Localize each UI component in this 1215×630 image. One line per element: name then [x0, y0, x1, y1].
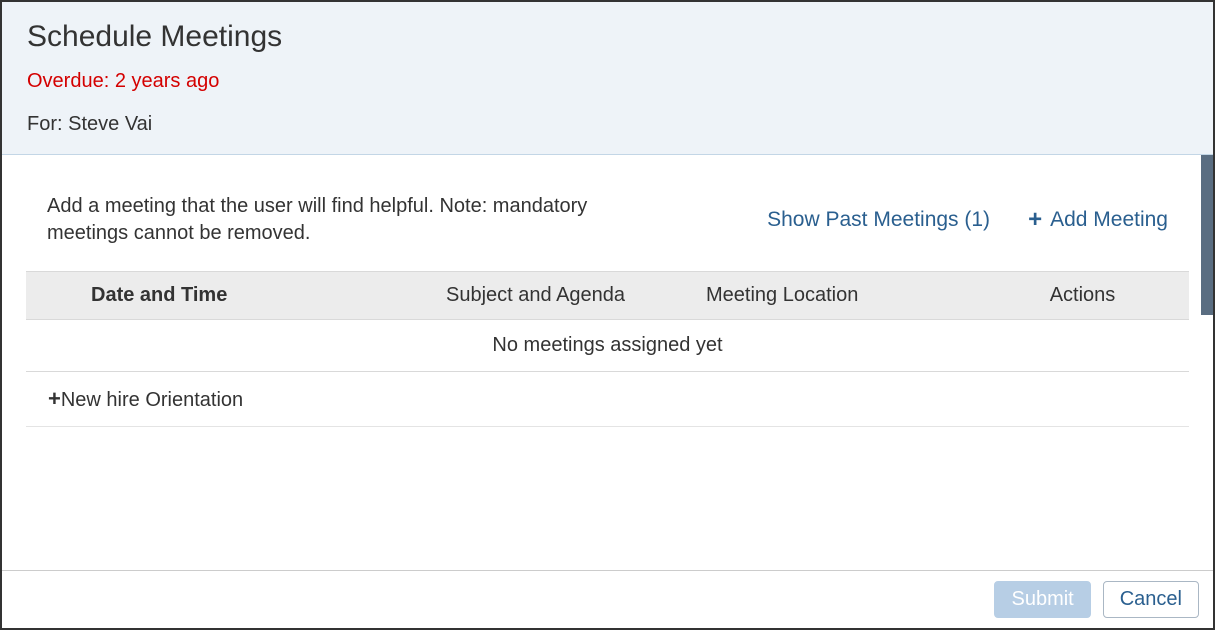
col-subject-agenda: Subject and Agenda [446, 280, 706, 311]
recommended-meeting-label: New hire Orientation [61, 389, 243, 411]
show-past-meetings-label: Show Past Meetings (1) [767, 208, 990, 232]
dialog-header: Schedule Meetings Overdue: 2 years ago F… [2, 2, 1213, 155]
instructions-text: Add a meeting that the user will find he… [47, 193, 657, 247]
scrollbar-thumb[interactable] [1201, 155, 1213, 315]
page-title: Schedule Meetings [27, 20, 1188, 54]
empty-state-row: No meetings assigned yet [26, 320, 1189, 372]
col-date-time: Date and Time [26, 280, 446, 311]
col-meeting-location: Meeting Location [706, 280, 976, 311]
dialog-body: Add a meeting that the user will find he… [2, 155, 1213, 570]
add-meeting-label: Add Meeting [1050, 208, 1168, 232]
submit-button[interactable]: Submit [994, 581, 1090, 618]
recommended-meeting-row[interactable]: +New hire Orientation [26, 372, 1189, 427]
overdue-status: Overdue: 2 years ago [27, 70, 1188, 93]
show-past-meetings-link[interactable]: Show Past Meetings (1) [767, 208, 990, 232]
for-line: For: Steve Vai [27, 113, 1188, 136]
plus-icon: + [1028, 208, 1042, 232]
add-meeting-link[interactable]: + Add Meeting [1028, 208, 1168, 232]
instructions-row: Add a meeting that the user will find he… [2, 155, 1213, 271]
col-actions: Actions [976, 280, 1189, 311]
table-header: Date and Time Subject and Agenda Meeting… [26, 271, 1189, 320]
action-links: Show Past Meetings (1) + Add Meeting [767, 208, 1168, 232]
plus-icon: + [48, 386, 61, 411]
dialog: Schedule Meetings Overdue: 2 years ago F… [0, 0, 1215, 630]
dialog-footer: Submit Cancel [2, 570, 1213, 628]
cancel-button[interactable]: Cancel [1103, 581, 1199, 618]
